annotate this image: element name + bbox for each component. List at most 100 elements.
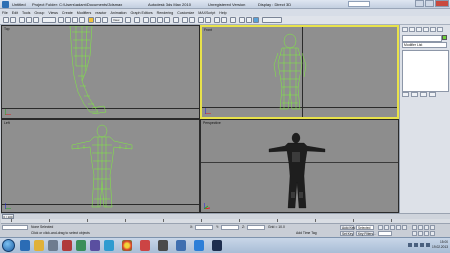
angle-snap-icon[interactable] — [150, 17, 156, 23]
skype-icon[interactable] — [194, 240, 204, 251]
select-by-name-icon[interactable] — [65, 17, 71, 23]
hierarchy-tab-icon[interactable] — [416, 27, 422, 32]
schematic-icon[interactable] — [221, 17, 227, 23]
material-editor-icon[interactable] — [230, 17, 236, 23]
redo-icon[interactable] — [10, 17, 16, 23]
scale-icon[interactable] — [102, 17, 108, 23]
viewport-left[interactable]: Left — [1, 119, 200, 213]
go-to-end-icon[interactable] — [402, 225, 407, 230]
start-button[interactable] — [2, 239, 15, 252]
layer-manager-icon[interactable] — [198, 17, 204, 23]
object-color-swatch[interactable] — [442, 35, 447, 40]
snap-icon[interactable] — [143, 17, 149, 23]
menu-animation[interactable]: Animation — [111, 10, 127, 16]
mirror-icon[interactable] — [182, 17, 188, 23]
zoom-all-icon[interactable] — [418, 225, 423, 230]
menu-file[interactable]: File — [2, 10, 8, 16]
show-end-result-icon[interactable] — [411, 92, 418, 97]
rotate-icon[interactable] — [95, 17, 101, 23]
maximize-icon[interactable] — [425, 0, 434, 7]
tray-icon[interactable] — [408, 243, 412, 247]
rendered-frame-icon[interactable] — [246, 17, 252, 23]
key-filters-button[interactable]: Key Filters... — [356, 231, 376, 236]
app-icon-d[interactable] — [90, 240, 100, 251]
max-app-icon[interactable] — [2, 1, 9, 8]
menu-edit[interactable]: Edit — [12, 10, 18, 16]
named-selection-icon[interactable] — [173, 17, 179, 23]
modifier-stack[interactable] — [402, 50, 449, 92]
app-icon-e[interactable] — [104, 240, 114, 251]
volume-icon[interactable] — [426, 243, 430, 247]
utilities-tab-icon[interactable] — [437, 27, 443, 32]
app-icon-h[interactable] — [176, 240, 186, 251]
viewport-front[interactable]: Front — [200, 25, 399, 119]
auto-key-button[interactable]: Auto Key — [340, 225, 355, 230]
viewport-label[interactable]: Front — [204, 28, 212, 32]
align-icon[interactable] — [189, 17, 195, 23]
undo-icon[interactable] — [3, 17, 9, 23]
coord-y-field[interactable] — [221, 225, 239, 230]
pivot-icon[interactable] — [125, 17, 131, 23]
menu-customize[interactable]: Customize — [177, 10, 194, 16]
next-frame-icon[interactable] — [396, 225, 401, 230]
create-tab-icon[interactable] — [402, 27, 408, 32]
link-icon[interactable] — [19, 17, 25, 23]
percent-snap-icon[interactable] — [157, 17, 163, 23]
app-icon-c[interactable] — [76, 240, 86, 251]
bind-icon[interactable] — [33, 17, 39, 23]
render-icon[interactable] — [253, 17, 259, 23]
ie-icon[interactable] — [20, 240, 30, 251]
minimize-icon[interactable] — [415, 0, 424, 7]
app-icon-b[interactable] — [62, 240, 72, 251]
viewport-perspective[interactable]: Perspective — [200, 119, 399, 213]
modify-tab-icon[interactable] — [409, 27, 415, 32]
add-time-tag[interactable]: Add Time Tag — [296, 231, 317, 235]
spinner-snap-icon[interactable] — [164, 17, 170, 23]
modifier-list-dropdown[interactable]: Modifier List — [402, 42, 447, 48]
motion-tab-icon[interactable] — [423, 27, 429, 32]
clock[interactable]: 15:00 19.02.2013 — [432, 240, 448, 250]
explorer-icon[interactable] — [34, 240, 44, 251]
curve-editor-icon[interactable] — [214, 17, 220, 23]
coord-x-field[interactable] — [195, 225, 213, 230]
viewport-label[interactable]: Perspective — [203, 121, 221, 125]
menu-help[interactable]: Help — [219, 10, 226, 16]
network-icon[interactable] — [420, 243, 424, 247]
object-name-field[interactable] — [402, 35, 442, 42]
menu-rendering[interactable]: Rendering — [157, 10, 174, 16]
zoom-extents-all-icon[interactable] — [430, 225, 435, 230]
app-icon-a[interactable] — [48, 240, 58, 251]
zoom-extents-icon[interactable] — [424, 225, 429, 230]
pan-icon[interactable] — [418, 231, 423, 236]
close-icon[interactable] — [435, 0, 449, 7]
field-of-view-icon[interactable] — [412, 231, 417, 236]
unlink-icon[interactable] — [26, 17, 32, 23]
key-mode-dropdown[interactable]: Selected — [356, 225, 374, 230]
region-icon[interactable] — [72, 17, 78, 23]
selection-filter-dropdown[interactable] — [42, 17, 56, 23]
tray-icon[interactable] — [414, 243, 418, 247]
move-icon[interactable] — [88, 17, 94, 23]
zoom-icon[interactable] — [412, 225, 417, 230]
menu-create[interactable]: Create — [62, 10, 73, 16]
graphite-icon[interactable] — [205, 17, 211, 23]
search-input[interactable] — [348, 1, 370, 7]
maximize-viewport-icon[interactable] — [430, 231, 435, 236]
3dsmax-taskbar-icon[interactable] — [212, 240, 222, 251]
app-icon-g[interactable] — [158, 240, 168, 251]
window-crossing-icon[interactable] — [79, 17, 85, 23]
play-icon[interactable] — [390, 225, 395, 230]
render-setup-icon[interactable] — [239, 17, 245, 23]
viewport-label[interactable]: Left — [4, 121, 10, 125]
display-tab-icon[interactable] — [430, 27, 436, 32]
set-key-button[interactable]: Set Key — [340, 231, 354, 236]
menu-graph-editors[interactable]: Graph Editors — [130, 10, 152, 16]
app-icon-f[interactable] — [140, 240, 150, 251]
reference-coord-dropdown[interactable]: View — [111, 17, 123, 23]
chrome-icon[interactable] — [122, 240, 132, 251]
coord-z-field[interactable] — [247, 225, 265, 230]
go-to-start-icon[interactable] — [378, 225, 383, 230]
maxscript-listener[interactable] — [2, 225, 28, 230]
manipulate-icon[interactable] — [134, 17, 140, 23]
menu-modifiers[interactable]: Modifiers — [77, 10, 92, 16]
